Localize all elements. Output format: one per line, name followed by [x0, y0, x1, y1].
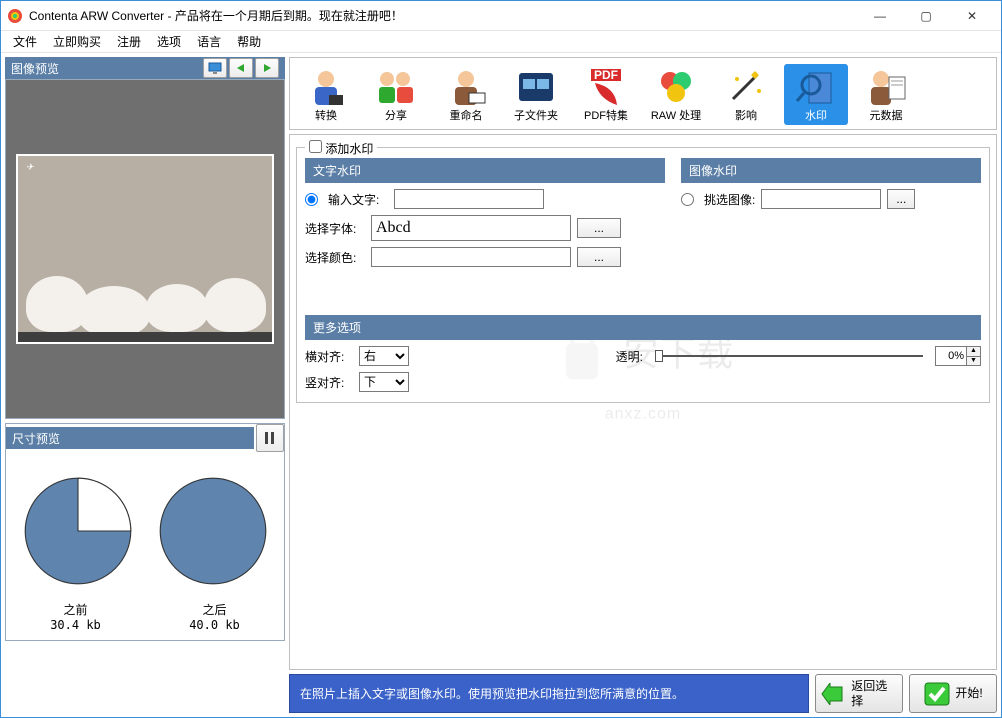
opacity-spinner[interactable]: ▲▼	[935, 346, 981, 366]
folder-photos-icon	[512, 66, 560, 108]
menubar: 文件 立即购买 注册 选项 语言 帮助	[1, 31, 1001, 53]
before-label: 之前	[21, 601, 131, 618]
monitor-icon	[208, 62, 222, 74]
size-preview-title: 尺寸预览	[12, 430, 248, 447]
person-camera-icon	[302, 66, 350, 108]
arrow-left-icon	[234, 63, 248, 73]
info-bar: 在照片上插入文字或图像水印。使用预览把水印拖拉到您所满意的位置。	[289, 674, 809, 713]
size-preview-header: 尺寸预览	[6, 427, 254, 449]
halign-label: 横对齐:	[305, 348, 353, 365]
footer: 在照片上插入文字或图像水印。使用预览把水印拖拉到您所满意的位置。 返回选择 开始…	[289, 674, 997, 713]
magnifier-doc-icon	[792, 66, 840, 108]
image-watermark-radio[interactable]	[681, 193, 694, 206]
pie-row	[6, 452, 284, 601]
pdf-icon: PDF	[582, 66, 630, 108]
pause-icon	[265, 432, 275, 444]
input-text-label: 输入文字:	[328, 191, 388, 208]
maximize-button[interactable]: ▢	[903, 1, 949, 31]
tool-metadata[interactable]: 元数据	[854, 64, 918, 125]
tool-raw[interactable]: RAW 处理	[644, 64, 708, 125]
text-watermark-radio[interactable]	[305, 193, 318, 206]
right-panel: 转换 分享 重命名 子文件夹 PDF PDF特集 RAW 处理	[289, 57, 997, 713]
tool-rename[interactable]: 重命名	[434, 64, 498, 125]
menu-options[interactable]: 选项	[149, 31, 189, 52]
pie-after	[158, 476, 268, 586]
titlebar: Contenta ARW Converter - 产品将在一个月期后到期。现在就…	[1, 1, 1001, 31]
preview-prev-button[interactable]	[229, 58, 253, 78]
color-browse-button[interactable]: ...	[577, 247, 621, 267]
color-field[interactable]	[371, 247, 571, 267]
menu-language[interactable]: 语言	[189, 31, 229, 52]
minimize-button[interactable]: —	[857, 1, 903, 31]
opacity-label: 透明:	[616, 348, 643, 365]
image-preview-header: 图像预览	[5, 57, 285, 79]
back-button[interactable]: 返回选择	[815, 674, 903, 713]
left-panel: 图像预览 ✈ 尺寸预览	[5, 57, 285, 713]
people-icon	[372, 66, 420, 108]
opacity-slider[interactable]	[655, 355, 923, 357]
tool-subfolder[interactable]: 子文件夹	[504, 64, 568, 125]
app-icon	[7, 8, 23, 24]
wand-icon	[722, 66, 770, 108]
image-path-input[interactable]	[761, 189, 881, 209]
add-watermark-label: 添加水印	[325, 142, 373, 156]
font-browse-button[interactable]: ...	[577, 218, 621, 238]
preview-display-button[interactable]	[203, 58, 227, 78]
svg-text:PDF: PDF	[594, 68, 618, 82]
tool-watermark[interactable]: 水印	[784, 64, 848, 125]
checkmark-icon	[923, 681, 951, 707]
preview-image: ✈	[16, 154, 274, 344]
tool-pdf[interactable]: PDF PDF特集	[574, 64, 638, 125]
image-preview-area: ✈	[5, 79, 285, 419]
after-size: 40.0 kb	[160, 618, 270, 632]
menu-help[interactable]: 帮助	[229, 31, 269, 52]
menu-register[interactable]: 注册	[109, 31, 149, 52]
arrow-right-icon	[260, 63, 274, 73]
rgb-balls-icon	[652, 66, 700, 108]
valign-label: 竖对齐:	[305, 374, 353, 391]
watermark-text-input[interactable]	[394, 189, 544, 209]
pie-before	[23, 476, 133, 586]
more-options-title: 更多选项	[305, 315, 981, 340]
font-sample-field[interactable]	[371, 215, 571, 241]
back-button-label: 返回选择	[851, 679, 898, 708]
image-watermark-title: 图像水印	[681, 158, 981, 183]
menu-file[interactable]: 文件	[5, 31, 45, 52]
start-button[interactable]: 开始!	[909, 674, 997, 713]
before-size: 30.4 kb	[21, 618, 131, 632]
select-font-label: 选择字体:	[305, 220, 365, 237]
valign-select[interactable]: 下	[359, 372, 409, 392]
start-button-label: 开始!	[955, 686, 982, 700]
close-button[interactable]: ✕	[949, 1, 995, 31]
menu-buy[interactable]: 立即购买	[45, 31, 109, 52]
preview-next-button[interactable]	[255, 58, 279, 78]
select-color-label: 选择颜色:	[305, 249, 365, 266]
halign-select[interactable]: 右	[359, 346, 409, 366]
toolbar: 转换 分享 重命名 子文件夹 PDF PDF特集 RAW 处理	[289, 57, 997, 130]
size-pause-button[interactable]	[256, 424, 284, 452]
text-watermark-title: 文字水印	[305, 158, 665, 183]
person-news-icon	[862, 66, 910, 108]
image-preview-title: 图像预览	[11, 60, 201, 77]
after-label: 之后	[160, 601, 270, 618]
image-browse-button[interactable]: ...	[887, 189, 915, 209]
select-image-label: 挑选图像:	[704, 191, 755, 208]
person-tag-icon	[442, 66, 490, 108]
tool-convert[interactable]: 转换	[294, 64, 358, 125]
window-title: Contenta ARW Converter - 产品将在一个月期后到期。现在就…	[29, 7, 403, 24]
tool-share[interactable]: 分享	[364, 64, 428, 125]
opacity-value[interactable]	[936, 350, 966, 362]
content-area: 安下载anxz.com 添加水印 文字水印 输入文字:	[289, 134, 997, 670]
add-watermark-group: 添加水印 文字水印 输入文字: 选择字体: ...	[296, 147, 990, 403]
arrow-left-green-icon	[820, 683, 847, 705]
add-watermark-checkbox[interactable]	[309, 140, 322, 153]
tool-effect[interactable]: 影响	[714, 64, 778, 125]
